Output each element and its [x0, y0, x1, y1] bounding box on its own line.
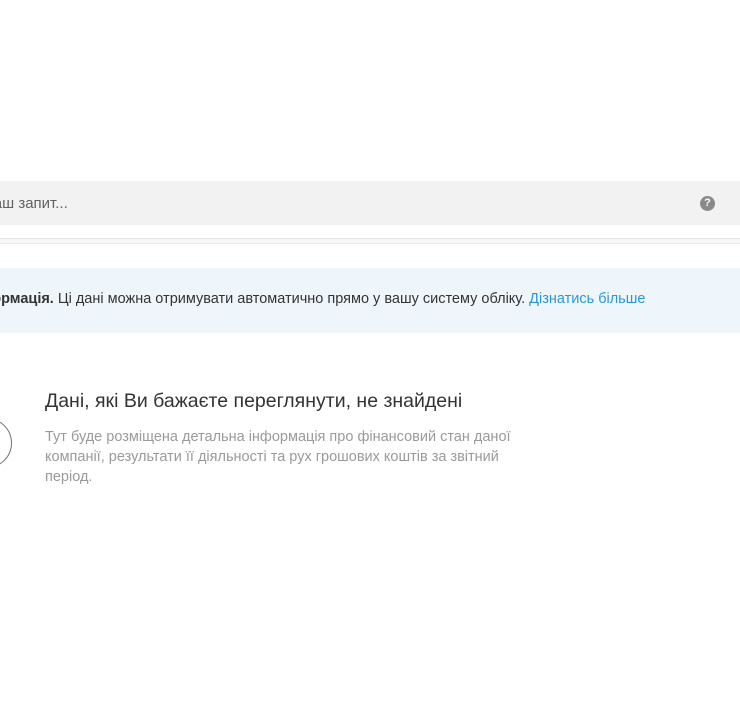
search-input[interactable] — [0, 181, 654, 225]
info-banner: інформація. Ці дані можна отримувати авт… — [0, 268, 740, 333]
info-text: інформація. Ці дані можна отримувати авт… — [0, 291, 645, 307]
info-bold-text: інформація. — [0, 291, 54, 307]
learn-more-link[interactable]: Дізнатись більше — [529, 291, 645, 307]
search-bar: ? — [0, 181, 740, 225]
help-icon[interactable]: ? — [700, 196, 715, 211]
divider — [0, 238, 740, 244]
empty-state-title: Дані, які Ви бажаєте переглянути, не зна… — [45, 390, 463, 412]
circle-icon — [0, 418, 12, 468]
info-body-text: Ці дані можна отримувати автоматично пря… — [53, 291, 530, 307]
page: ? інформація. Ці дані можна отримувати а… — [0, 0, 740, 710]
empty-state-description: Тут буде розміщена детальна інформація п… — [45, 429, 511, 485]
